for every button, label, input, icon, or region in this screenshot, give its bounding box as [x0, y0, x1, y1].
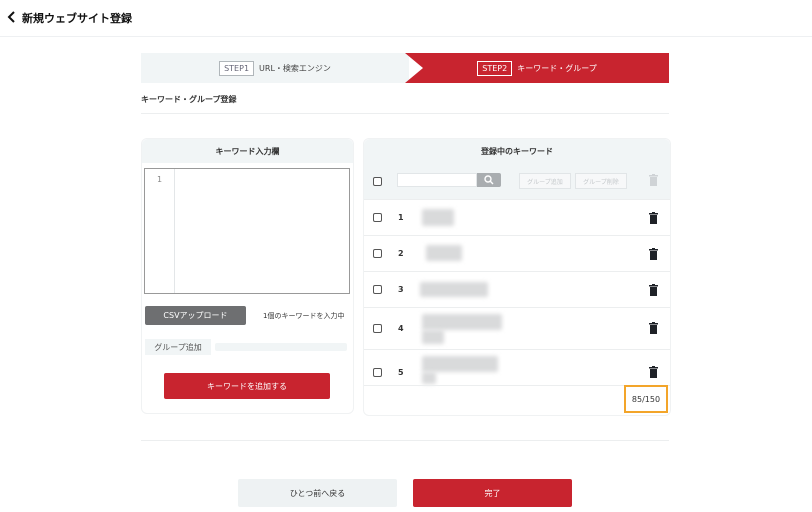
stepper: STEP1 URL・検索エンジン STEP2 キーワード・グループ [141, 53, 669, 83]
row-number: 5 [398, 368, 404, 377]
trash-icon[interactable] [649, 366, 658, 378]
keyword-count-text: 1個のキーワードを入力中 [263, 312, 345, 320]
trash-icon[interactable] [649, 322, 658, 334]
trash-icon[interactable] [649, 248, 658, 260]
keyword-row: 3 [364, 271, 670, 308]
step-1: STEP1 URL・検索エンジン [141, 53, 409, 83]
csv-upload-button[interactable]: CSVアップロード [145, 306, 246, 325]
divider [141, 440, 669, 441]
divider [141, 113, 669, 114]
row-checkbox[interactable] [373, 368, 382, 377]
top-bar: 新規ウェブサイト登録 [0, 0, 812, 37]
step-2: STEP2 キーワード・グループ [405, 53, 669, 83]
blurred-keyword [420, 282, 488, 297]
keyword-row: 1 [364, 199, 670, 236]
chevron-left-icon[interactable] [6, 9, 18, 25]
keyword-editor[interactable]: 1 [144, 168, 350, 294]
search-button[interactable] [477, 173, 501, 187]
row-number: 4 [398, 324, 404, 333]
keyword-limit-counter: 85/150 [624, 385, 668, 413]
step-2-label: キーワード・グループ [517, 63, 597, 73]
group-add-field[interactable] [215, 343, 347, 351]
row-number: 2 [398, 249, 404, 258]
add-keyword-button[interactable]: キーワードを追加する [164, 373, 330, 399]
blurred-keyword [422, 330, 444, 344]
row-number: 3 [398, 285, 404, 294]
row-checkbox[interactable] [373, 249, 382, 258]
blurred-keyword [422, 209, 454, 226]
blurred-keyword [422, 372, 436, 384]
registered-keywords-panel: 登録中のキーワード グループ追加 グループ削除 1 2 3 4 5 [363, 138, 671, 416]
done-button[interactable]: 完了 [413, 479, 572, 507]
blurred-keyword [426, 245, 462, 261]
trash-icon[interactable] [649, 212, 658, 224]
row-checkbox[interactable] [373, 213, 382, 222]
row-number: 1 [398, 213, 404, 222]
row-checkbox[interactable] [373, 285, 382, 294]
back-button[interactable]: ひとつ前へ戻る [238, 479, 397, 507]
keyword-row: 4 [364, 307, 670, 350]
blurred-keyword [422, 356, 498, 372]
step-2-tag: STEP2 [477, 60, 513, 76]
keyword-input-panel: キーワード入力欄 1 CSVアップロード 1個のキーワードを入力中 グループ追加… [141, 138, 354, 414]
section-title: キーワード・グループ登録 [141, 95, 237, 104]
keyword-row: 2 [364, 235, 670, 272]
keyword-row: 5 [364, 349, 670, 386]
row-checkbox[interactable] [373, 324, 382, 333]
line-number: 1 [145, 169, 175, 293]
trash-icon[interactable] [649, 284, 658, 296]
page-title: 新規ウェブサイト登録 [22, 12, 132, 25]
select-all-checkbox[interactable] [373, 177, 382, 186]
registered-keywords-header: 登録中のキーワード [364, 139, 670, 163]
keyword-input-header: キーワード入力欄 [142, 139, 353, 163]
group-add-row: グループ追加 [145, 339, 347, 355]
blurred-keyword [422, 314, 502, 330]
group-add-button[interactable]: グループ追加 [519, 173, 571, 189]
search-input[interactable] [397, 173, 477, 187]
keyword-toolbar: グループ追加 グループ削除 [364, 163, 670, 199]
search-icon [484, 175, 494, 185]
step-1-label: URL・検索エンジン [259, 63, 331, 73]
group-delete-button[interactable]: グループ削除 [575, 173, 627, 189]
step-1-tag: STEP1 [219, 60, 255, 76]
trash-icon[interactable] [649, 174, 658, 186]
group-add-label: グループ追加 [145, 339, 211, 355]
